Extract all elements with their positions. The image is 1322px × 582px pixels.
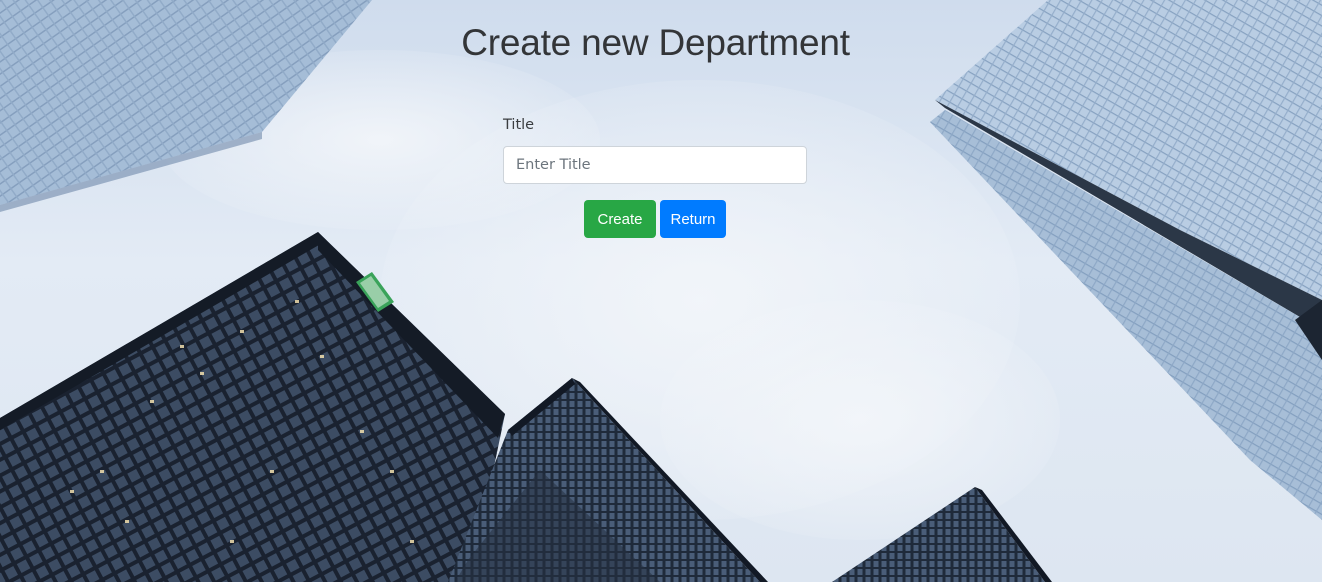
page-title: Create new Department [461, 22, 850, 63]
title-input[interactable] [503, 146, 807, 184]
title-label: Title [503, 117, 535, 133]
return-button[interactable]: Return [660, 200, 726, 238]
create-button[interactable]: Create [584, 200, 656, 238]
page-content: Create new Department Title Create Retur… [0, 0, 1322, 582]
